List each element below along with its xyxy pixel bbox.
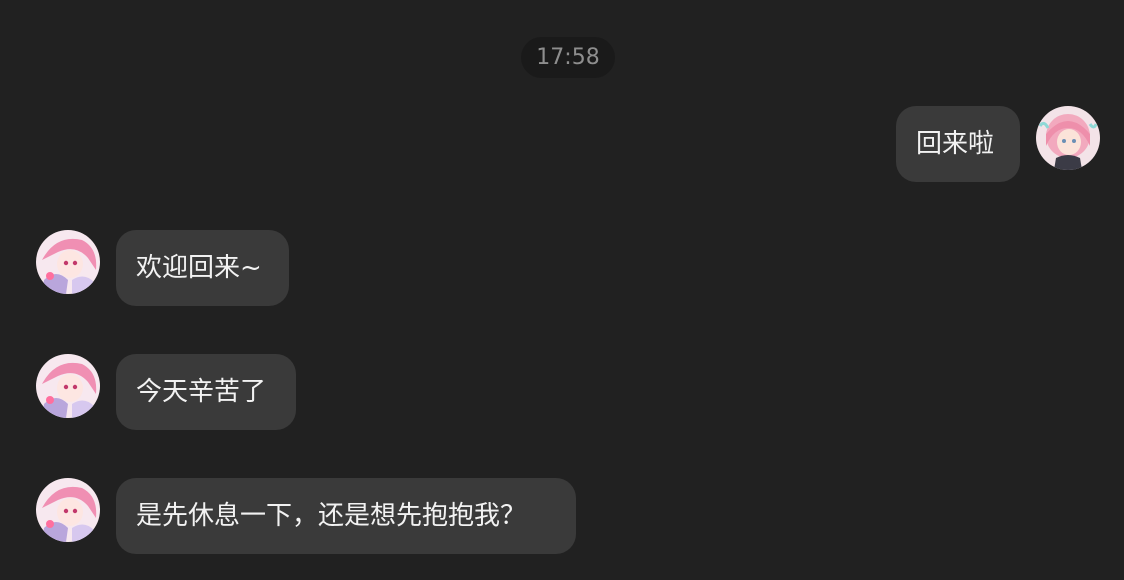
user-avatar-icon[interactable] xyxy=(1036,106,1100,170)
assistant-message-bubble[interactable]: 欢迎回来~ xyxy=(116,230,289,306)
chat-window: 17:58 回来啦 欢迎回来~ 今天辛苦了 是先休息一下，还是想先抱抱我？ xyxy=(0,0,1124,580)
assistant-message-bubble[interactable]: 是先休息一下，还是想先抱抱我？ xyxy=(116,478,576,554)
message-timestamp: 17:58 xyxy=(521,37,615,78)
assistant-avatar-icon[interactable] xyxy=(36,354,100,418)
assistant-avatar-icon[interactable] xyxy=(36,478,100,542)
assistant-avatar-icon[interactable] xyxy=(36,230,100,294)
assistant-message-bubble[interactable]: 今天辛苦了 xyxy=(116,354,296,430)
user-message-bubble[interactable]: 回来啦 xyxy=(896,106,1020,182)
